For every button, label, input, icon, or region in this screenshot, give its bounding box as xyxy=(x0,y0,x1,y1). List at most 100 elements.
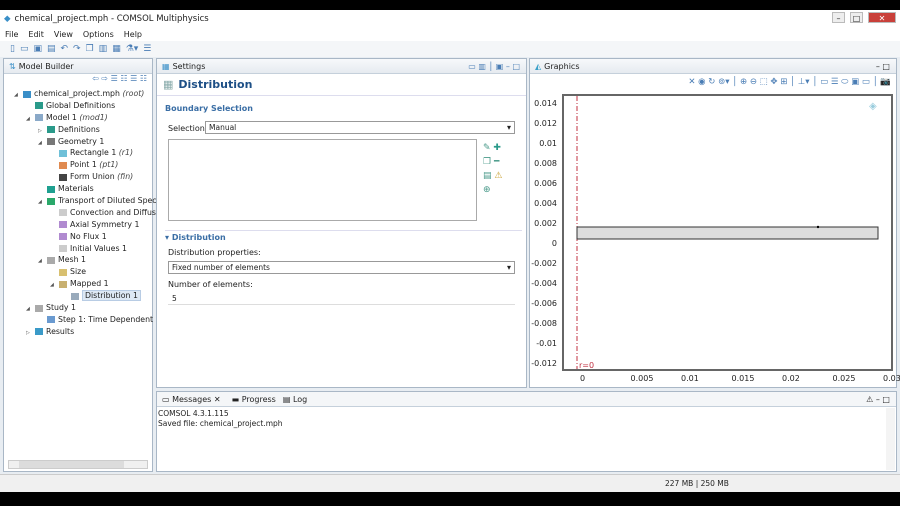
distribution-properties-dropdown[interactable]: Fixed number of elements xyxy=(168,261,515,274)
model-builder-icon: ⇅ xyxy=(9,61,16,71)
graphics-canvas[interactable]: r=0 ◈ xyxy=(529,92,897,388)
rotate-icon[interactable]: ↻ xyxy=(708,77,715,87)
tree-item[interactable]: No Flux 1 xyxy=(4,231,152,243)
x-tick-label: 0.015 xyxy=(731,374,755,383)
scrollbar-thumb[interactable] xyxy=(19,461,124,468)
x-tick-label: 0.02 xyxy=(782,374,800,383)
graphics-window-controls[interactable]: – □ xyxy=(876,62,890,71)
tree-item[interactable]: Size xyxy=(4,266,152,278)
remove-icon[interactable]: ━ xyxy=(494,157,499,167)
boundary-selection-section[interactable]: Boundary Selection xyxy=(165,104,253,113)
print-icon[interactable]: ▤ xyxy=(47,44,56,54)
model-tree: ◢ chemical_project.mph (root) Global Defin… xyxy=(4,88,164,338)
redo-icon[interactable]: ↷ xyxy=(73,44,81,54)
copy-selection-icon[interactable]: ❐ xyxy=(483,157,491,167)
menu-file[interactable]: File xyxy=(5,30,18,39)
back-icon[interactable]: ⇦ ⇨ xyxy=(92,74,108,83)
tree-item-label: Geometry 1 xyxy=(58,136,105,146)
hide-icon[interactable]: ✕ xyxy=(688,77,695,87)
tree-item-label: Distribution 1 xyxy=(82,290,141,302)
tree-item[interactable]: ◢ Geometry 1 xyxy=(4,136,152,148)
zoom-in-icon[interactable]: ⊕ xyxy=(740,77,747,87)
tree-item[interactable]: ◢ Model 1 (mod1) xyxy=(4,112,152,124)
zoom-out-icon[interactable]: ⊖ xyxy=(750,77,757,87)
zoom-selected-icon[interactable]: ✥ xyxy=(770,77,777,87)
open-icon[interactable]: ▭ xyxy=(20,44,29,54)
tree-item[interactable]: Axial Symmetry 1 xyxy=(4,219,152,231)
save-icon[interactable]: ▣ xyxy=(33,44,42,54)
tree-item[interactable]: ◢ Study 1 xyxy=(4,302,152,314)
number-of-elements-input[interactable]: 5 xyxy=(168,292,515,305)
minimize-button[interactable]: – xyxy=(832,12,845,23)
tree-item[interactable]: ◢ Mapped 1 xyxy=(4,278,152,290)
tree-item[interactable]: Global Definitions xyxy=(4,100,152,112)
tree-item-label: Mapped 1 xyxy=(70,279,109,289)
geometry-point[interactable] xyxy=(816,225,820,229)
distribution-section[interactable]: ▾ Distribution xyxy=(165,230,522,242)
menu-options[interactable]: Options xyxy=(83,30,114,39)
tree-item-label: Step 1: Time Dependent xyxy=(58,314,154,324)
tree-item[interactable]: ◢ Transport of Diluted Specie xyxy=(4,195,164,207)
graphics-tab[interactable]: ◭ Graphics – □ xyxy=(530,59,896,74)
x-tick-label: 0.03 xyxy=(883,374,900,383)
tab-log[interactable]: ▤ Log xyxy=(283,395,307,404)
tree-item[interactable]: Point 1 (pt1) xyxy=(4,159,152,171)
y-tick-label: -0.012 xyxy=(531,359,557,368)
zoom-selected-icon[interactable]: ⚠ xyxy=(494,171,502,181)
tree-item[interactable]: Step 1: Time Dependent xyxy=(4,314,154,326)
view-icon[interactable]: ◉ xyxy=(698,77,705,87)
y-tick-label: 0.008 xyxy=(534,159,557,168)
layout-icon[interactable]: ▦ xyxy=(112,44,121,54)
geometry-rectangle[interactable] xyxy=(576,226,879,240)
tree-item[interactable]: ◢ Mesh 1 xyxy=(4,254,152,266)
tree-item[interactable]: Convection and Diffusi xyxy=(4,207,158,219)
tree-item[interactable]: Initial Values 1 xyxy=(4,243,152,255)
zoom-extents-icon[interactable]: ⊞ xyxy=(780,77,787,87)
menu-edit[interactable]: Edit xyxy=(28,30,44,39)
settings-toolbar-icons[interactable]: ▭ ▥ │ ▣ – □ xyxy=(468,62,520,71)
messages-scrollbar[interactable] xyxy=(886,408,895,470)
settings-tab[interactable]: ▦ Settings ▭ ▥ │ ▣ – □ xyxy=(157,59,526,74)
close-button[interactable]: ✕ xyxy=(868,12,896,23)
zoom-box-icon[interactable]: ⬚ xyxy=(760,77,768,87)
undo-icon[interactable]: ↶ xyxy=(61,44,69,54)
selection-dropdown[interactable]: Manual xyxy=(205,121,515,134)
horizontal-scrollbar[interactable] xyxy=(8,460,148,469)
windows-icon[interactable]: ☰ xyxy=(143,44,151,54)
expand-icon[interactable]: ☰ ☷ ☰ ☷ xyxy=(111,74,147,83)
tab-messages[interactable]: ▭ Messages ✕ xyxy=(162,395,221,404)
tab-progress[interactable]: ▬ Progress xyxy=(232,395,276,404)
view-modes-icon[interactable]: ▭ ☰ ⬭ ▣ ▭ xyxy=(820,77,870,87)
tree-item[interactable]: Rectangle 1 (r1) xyxy=(4,147,152,159)
menu-view[interactable]: View xyxy=(54,30,73,39)
build-icon[interactable]: ⚗▾ xyxy=(126,44,139,54)
select-all-icon[interactable]: ⊕ xyxy=(483,185,491,195)
messages-tabs: ▭ Messages ✕ ▬ Progress ▤ Log ⚠ – □ xyxy=(157,392,896,407)
new-icon[interactable]: ▯ xyxy=(10,44,15,54)
tree-item-tag: (pt1) xyxy=(99,160,119,170)
tree-item-label: Point 1 xyxy=(70,160,97,170)
clear-icon[interactable]: ▤ xyxy=(483,171,492,181)
tree-item[interactable]: ▷ Definitions xyxy=(4,124,152,136)
paste-selection-icon[interactable]: ✎ xyxy=(483,143,491,153)
model-builder-tab[interactable]: ⇅ Model Builder xyxy=(4,59,152,74)
copy-icon[interactable]: ❐ xyxy=(86,44,94,54)
tree-item[interactable]: Materials xyxy=(4,183,152,195)
model-icon[interactable]: ▥ xyxy=(99,44,108,54)
expand-toggle[interactable]: ▷ xyxy=(26,328,35,340)
camera-icon[interactable]: 📷 xyxy=(880,77,891,87)
maximize-button[interactable]: □ xyxy=(850,12,863,23)
model-builder-panel: ⇅ Model Builder ⇦ ⇨ ☰ ☷ ☰ ☷ ◢ chemical_pro… xyxy=(3,58,164,472)
add-icon[interactable]: ✚ xyxy=(493,143,501,153)
app-icon: ◆ xyxy=(4,13,11,24)
messages-controls[interactable]: ⚠ – □ xyxy=(866,395,890,404)
messages-panel: ▭ Messages ✕ ▬ Progress ▤ Log ⚠ – □ COMS… xyxy=(156,391,897,472)
selection-list[interactable] xyxy=(168,139,477,221)
tree-item[interactable]: ◢ chemical_project.mph (root) xyxy=(4,88,152,100)
menu-help[interactable]: Help xyxy=(124,30,142,39)
axes-icon[interactable]: ⊥▾ xyxy=(798,77,810,87)
select-icon[interactable]: ⊚▾ xyxy=(718,77,729,87)
tree-item[interactable]: Distribution 1 xyxy=(4,290,152,302)
tree-item[interactable]: Form Union (fin) xyxy=(4,171,152,183)
tree-item[interactable]: ▷ Results xyxy=(4,326,152,338)
